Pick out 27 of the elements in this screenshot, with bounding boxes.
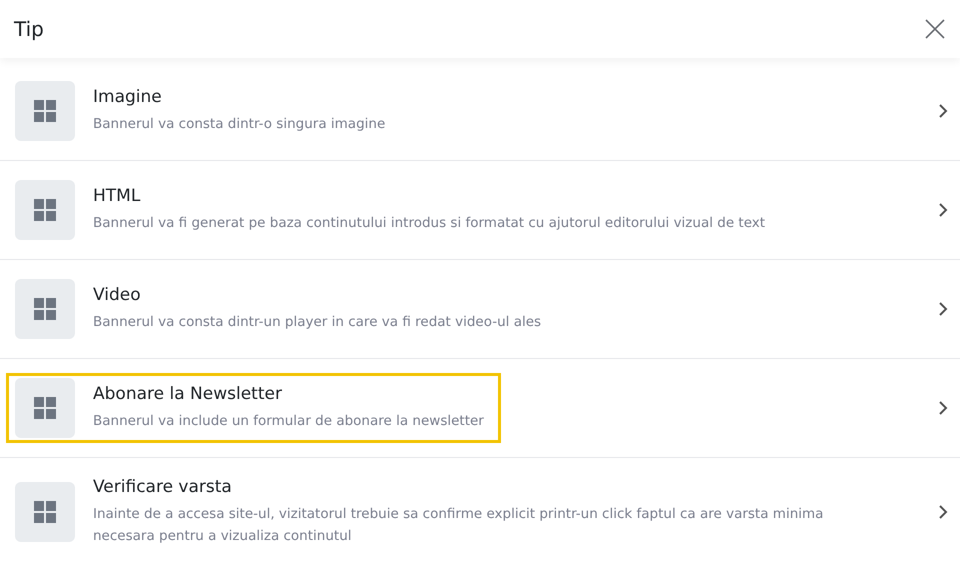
option-title: Abonare la Newsletter — [93, 384, 283, 404]
grid-icon — [15, 279, 75, 339]
chevron-right-icon — [938, 103, 948, 119]
grid-icon — [15, 378, 75, 438]
option-description: Bannerul va consta dintr-un player in care va fi redat video-ul ales — [93, 313, 542, 332]
option-row[interactable]: HTML Bannerul va fi generat pe baza continutului introdus si formatat cu ajutorul editorului vizual de text — [0, 161, 960, 260]
close-button[interactable] — [924, 18, 946, 40]
option-row[interactable]: Verificare varsta Inainte de a accesa site-ul, vizitatorul trebuie sa confirme explicit printr-un click faptul ca are varsta minima necesara pentru a vizualiza continutul — [0, 458, 960, 566]
option-description: Inainte de a accesa site-ul, vizitatorul trebuie sa confirme explicit printr-un click faptul ca are varsta minima necesara pentru a vizualiza continutul — [93, 505, 824, 546]
option-title: Imagine — [93, 87, 163, 107]
grid-icon — [15, 482, 75, 542]
option-title: Verificare varsta — [93, 477, 233, 497]
chevron-right-icon — [938, 301, 948, 317]
grid-icon — [15, 180, 75, 240]
option-description: Bannerul va include un formular de abonare la newsletter — [93, 412, 484, 431]
option-title: HTML — [93, 186, 142, 206]
chevron-right-icon — [938, 504, 948, 520]
chevron-right-icon — [938, 202, 948, 218]
dialog-title: Tip — [14, 17, 44, 41]
option-description: Bannerul va consta dintr-o singura imagine — [93, 115, 386, 134]
chevron-right-icon — [938, 400, 948, 416]
grid-icon — [15, 81, 75, 141]
option-description: Bannerul va fi generat pe baza continutului introdus si formatat cu ajutorul editorului vizual de text — [93, 214, 766, 233]
option-title: Video — [93, 285, 142, 305]
option-row[interactable]: Imagine Bannerul va consta dintr-o singura imagine — [0, 62, 960, 161]
option-row[interactable]: Video Bannerul va consta dintr-un player in care va fi redat video-ul ales — [0, 260, 960, 359]
option-row[interactable]: Abonare la Newsletter Bannerul va include un formular de abonare la newsletter — [0, 359, 960, 458]
